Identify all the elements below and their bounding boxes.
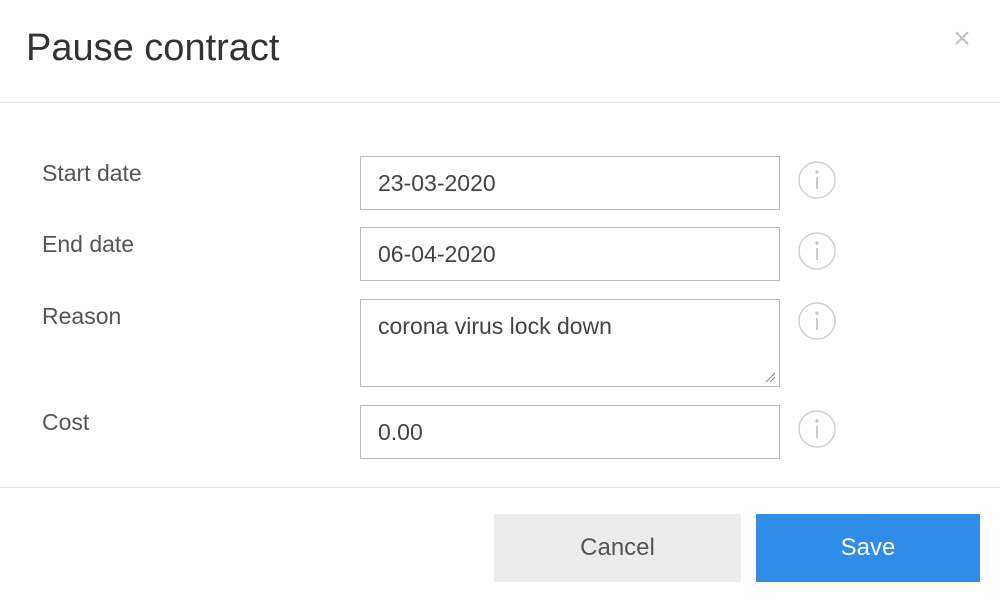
pause-contract-dialog: Pause contract × Start date End date: [0, 0, 1000, 605]
start-date-label: Start date: [42, 160, 142, 186]
info-icon[interactable]: [798, 410, 836, 448]
reason-textarea[interactable]: corona virus lock down: [360, 299, 780, 387]
cost-label: Cost: [42, 409, 90, 435]
close-icon[interactable]: ×: [950, 24, 974, 54]
info-icon[interactable]: [798, 161, 836, 199]
dialog-body: Start date End date Reason corona virus …: [0, 104, 1000, 487]
cancel-button[interactable]: Cancel: [494, 514, 741, 582]
dialog-header: Pause contract ×: [0, 0, 1000, 103]
dialog-footer: Cancel Save: [0, 487, 1000, 605]
save-button[interactable]: Save: [756, 514, 980, 582]
info-icon[interactable]: [798, 302, 836, 340]
dialog-title: Pause contract: [26, 27, 280, 69]
cost-input[interactable]: [360, 405, 780, 459]
reason-label: Reason: [42, 303, 122, 329]
info-icon[interactable]: [798, 232, 836, 270]
resize-grip-icon[interactable]: [764, 371, 776, 383]
start-date-input[interactable]: [360, 156, 780, 210]
end-date-label: End date: [42, 231, 135, 257]
end-date-input[interactable]: [360, 227, 780, 281]
